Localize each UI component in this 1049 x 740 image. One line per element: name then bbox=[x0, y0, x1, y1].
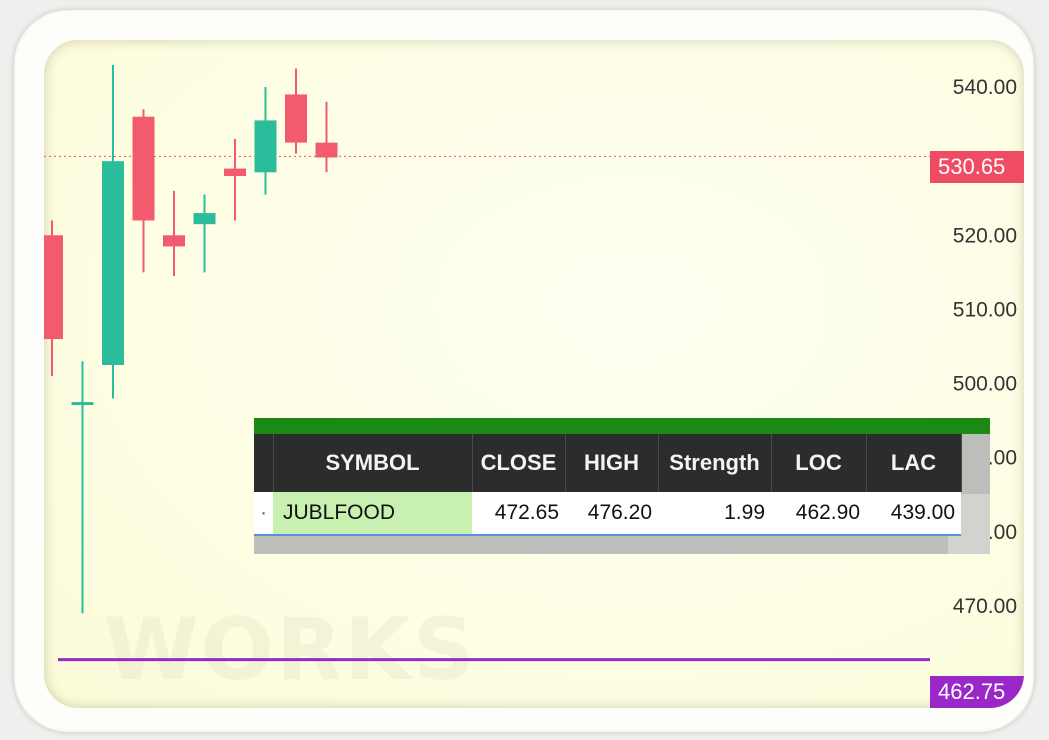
candle-body[interactable] bbox=[285, 94, 307, 143]
price-axis-tick-label: 500.00 bbox=[953, 373, 1017, 396]
candle-body[interactable] bbox=[71, 402, 94, 406]
chart-panel: WORKS 540.00520.00510.00500.00490.00480.… bbox=[44, 40, 1024, 708]
price-axis-tick-label: 510.00 bbox=[953, 298, 1017, 321]
cell-strength: 1.99 bbox=[658, 492, 771, 536]
price-axis-tick-label: 470.00 bbox=[953, 595, 1017, 618]
candlestick-chart[interactable]: 540.00520.00510.00500.00490.00480.00470.… bbox=[44, 40, 1024, 708]
scanner-title-bar[interactable] bbox=[254, 418, 990, 434]
candle-body[interactable] bbox=[315, 142, 338, 158]
candle-body[interactable] bbox=[254, 120, 277, 173]
cell-loc: 462.90 bbox=[771, 492, 866, 536]
candle-body[interactable] bbox=[132, 116, 155, 221]
row-lead-cell: · bbox=[254, 492, 273, 536]
cell-symbol[interactable]: JUBLFOOD bbox=[273, 492, 472, 536]
table-header-row: SYMBOL CLOSE HIGH Strength LOC LAC bbox=[254, 434, 962, 492]
bottom-price-tag: 462.75 bbox=[930, 676, 1024, 708]
column-header-close[interactable]: CLOSE bbox=[472, 434, 566, 492]
cell-high: 476.20 bbox=[565, 492, 658, 536]
last-price-tag: 530.65 bbox=[930, 151, 1024, 183]
candle-body[interactable] bbox=[102, 161, 124, 365]
candle-body[interactable] bbox=[44, 235, 63, 340]
table-row[interactable]: · JUBLFOOD 472.65 476.20 1.99 462.90 439… bbox=[254, 492, 961, 536]
cell-close: 472.65 bbox=[472, 492, 565, 536]
candle-body[interactable] bbox=[193, 213, 216, 225]
column-header-high[interactable]: HIGH bbox=[565, 434, 659, 492]
scanner-table: SYMBOL CLOSE HIGH Strength LOC LAC · JUB… bbox=[254, 434, 962, 536]
price-axis-tick-label: 540.00 bbox=[953, 76, 1017, 99]
cell-lac: 439.00 bbox=[866, 492, 961, 536]
column-header-loc[interactable]: LOC bbox=[771, 434, 867, 492]
price-axis-tick-label: 520.00 bbox=[953, 224, 1017, 247]
column-header-lac[interactable]: LAC bbox=[866, 434, 962, 492]
candle-body[interactable] bbox=[224, 168, 246, 176]
column-header-strength[interactable]: Strength bbox=[658, 434, 772, 492]
candle-body[interactable] bbox=[163, 235, 185, 247]
lead-column-header bbox=[254, 434, 274, 492]
scanner-table-widget: SYMBOL CLOSE HIGH Strength LOC LAC · JUB… bbox=[254, 418, 990, 554]
scanner-horizontal-scrollbar[interactable] bbox=[254, 536, 948, 554]
column-header-symbol[interactable]: SYMBOL bbox=[273, 434, 473, 492]
